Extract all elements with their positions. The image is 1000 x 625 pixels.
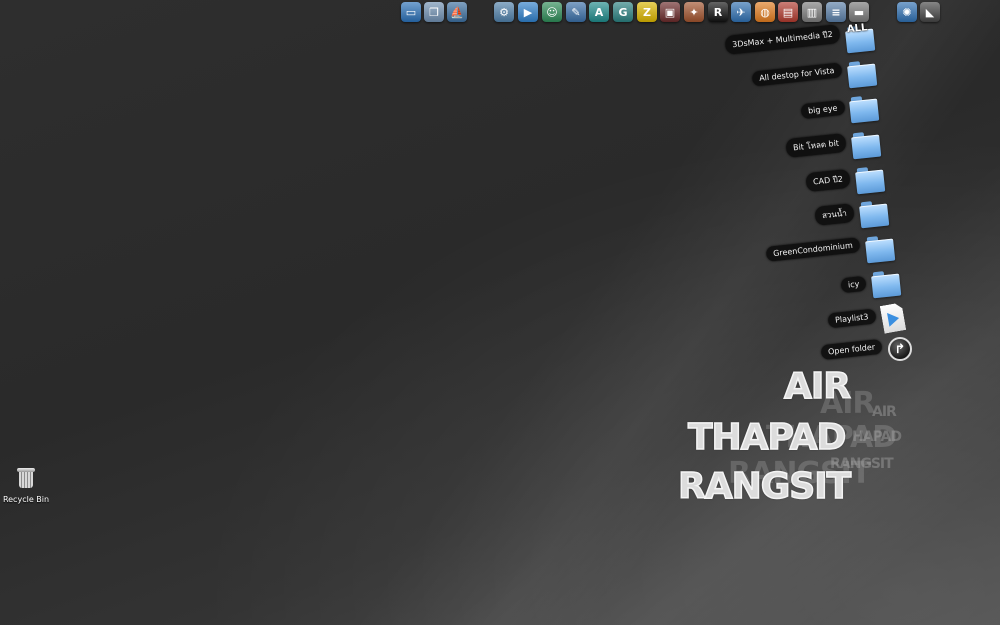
stack-item[interactable]: 3DsMax + Multimedia ปี2 ALL	[724, 22, 876, 55]
folder-icon	[847, 60, 878, 89]
stack-item[interactable]: GreenCondominium	[765, 235, 896, 264]
folder-icon	[855, 166, 886, 195]
stack-item[interactable]: All destop for Vista	[751, 60, 878, 89]
stack-item-label: Open folder	[820, 338, 883, 360]
dock-icon-messenger[interactable]: ☺	[542, 2, 562, 22]
folder-icon	[871, 270, 902, 299]
folder-icon	[865, 235, 896, 264]
stack-item-label: 3DsMax + Multimedia ปี2	[724, 23, 841, 55]
folder-icon: ALL	[845, 22, 876, 54]
stack-item[interactable]: Bit โหลด bit	[785, 131, 882, 160]
dock-icon-game[interactable]: ✦	[684, 2, 704, 22]
dock-icon-computer[interactable]: ▭	[401, 2, 421, 22]
stack-item[interactable]: icy	[839, 270, 902, 299]
folder-icon	[859, 200, 890, 229]
top-dock: ▭ ❐ ⛵ ⚙ ▶ ☺ ✎ A G Z ▣ ✦ R ✈ ◍ ▤ ▥ ≡ ▬ ✺ ◣	[0, 2, 1000, 26]
dock-icon-system[interactable]: ⚙	[494, 2, 514, 22]
folder-icon	[849, 95, 880, 124]
stack-item-label: All destop for Vista	[751, 61, 843, 87]
stack-item-label: CAD ปี2	[805, 168, 851, 192]
stack-item[interactable]: big eye	[799, 95, 880, 124]
wallpaper-text-rangsit: RANGSIT	[677, 465, 852, 508]
dock-icon-video[interactable]: ▤	[778, 2, 798, 22]
dock-icon-ball[interactable]: ◍	[755, 2, 775, 22]
dock-icon-notepad[interactable]: ≡	[826, 2, 846, 22]
open-folder-arrow-icon: ↱	[888, 337, 912, 361]
all-badge: ALL	[846, 22, 868, 36]
dock-icon-rockstar[interactable]: R	[708, 2, 728, 22]
stack-item-label: Playlist3	[827, 308, 877, 328]
stack-item[interactable]: CAD ปี2	[805, 166, 886, 195]
playlist-file-icon	[880, 302, 907, 333]
dock-icon-drive[interactable]: ▬	[849, 2, 869, 22]
dock-icon-ship[interactable]: ⛵	[447, 2, 467, 22]
dock-icon-media-player[interactable]: ▶	[518, 2, 538, 22]
stack-item-label: GreenCondominium	[765, 236, 861, 262]
dock-icon-documents[interactable]: ❐	[424, 2, 444, 22]
dock-icon-monitor[interactable]: ▣	[660, 2, 680, 22]
wallpaper-echo-small-air: AIR	[872, 404, 897, 420]
stack-item-label: สวนน้ำ	[814, 202, 855, 226]
stack-item-label: icy	[839, 275, 867, 293]
dock-icon-writer[interactable]: ✎	[566, 2, 586, 22]
stack-item-label: big eye	[799, 99, 845, 119]
stack-item[interactable]: Open folder ↱	[820, 337, 912, 361]
stack-item[interactable]: Playlist3	[827, 302, 907, 333]
dock-icon-bird[interactable]: ✈	[731, 2, 751, 22]
dock-icon-3dsmax[interactable]: G	[613, 2, 633, 22]
dock-icon-stack[interactable]: ◣	[920, 2, 940, 22]
recycle-bin-label: Recycle Bin	[2, 495, 50, 504]
stack-item[interactable]: สวนน้ำ	[814, 200, 890, 229]
dock-icon-adobe-a[interactable]: A	[589, 2, 609, 22]
folder-icon	[851, 131, 882, 160]
dock-icon-z[interactable]: Z	[637, 2, 657, 22]
wallpaper-text-thapad: THAPAD	[687, 416, 847, 459]
recycle-bin-icon	[17, 468, 35, 488]
dock-icon-clapper[interactable]: ▥	[802, 2, 822, 22]
recycle-bin[interactable]: Recycle Bin	[3, 468, 49, 504]
stack-item-label: Bit โหลด bit	[785, 132, 847, 158]
dock-icon-network[interactable]: ✺	[897, 2, 917, 22]
wallpaper-text-air: AIR	[783, 365, 851, 408]
